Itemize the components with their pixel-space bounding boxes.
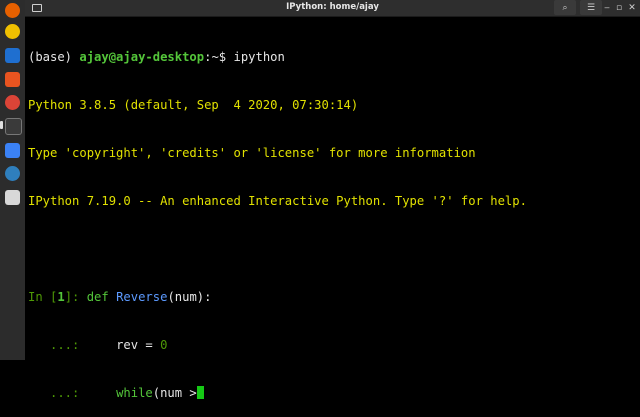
screenshot-app-icon[interactable]	[5, 143, 20, 158]
search-icon: ⌕	[562, 2, 568, 13]
libreoffice-writer-icon[interactable]	[5, 48, 20, 63]
rhythmbox-icon[interactable]	[5, 24, 20, 39]
input-line-1: In [1]: def Reverse(num):	[28, 289, 636, 305]
input-line-2: ...: rev = 0	[28, 337, 636, 353]
terminal-icon[interactable]	[5, 118, 22, 135]
while-condition: (num >	[152, 386, 197, 400]
in-prompt-number: 1	[57, 290, 65, 304]
banner-line-1: Python 3.8.5 (default, Sep 4 2020, 07:30…	[28, 98, 359, 112]
active-app-indicator	[0, 121, 3, 129]
continuation-prompt: ...:	[28, 338, 80, 352]
prompt-path: :~$	[204, 50, 227, 64]
banner-line-2: Type 'copyright', 'credits' or 'license'…	[28, 146, 476, 160]
conda-env: (base)	[28, 50, 80, 64]
continuation-prompt: ...:	[28, 386, 80, 400]
variable-rev: rev	[116, 338, 139, 352]
in-prompt-suffix: ]:	[64, 290, 87, 304]
shell-prompt-line: (base) ajay@ajay-desktop:~$ ipython	[28, 49, 636, 65]
in-prompt-prefix: In [	[28, 290, 58, 304]
assign-op: =	[138, 338, 161, 352]
keyword-while: while	[116, 386, 153, 400]
minimize-icon: ‒	[604, 2, 610, 13]
shell-command: ipython	[226, 50, 285, 64]
keyword-def: def	[86, 290, 109, 304]
maximize-button[interactable]: ▫	[612, 0, 626, 15]
search-button[interactable]: ⌕	[554, 0, 576, 15]
function-args: (num):	[167, 290, 212, 304]
spyder-icon[interactable]	[5, 166, 20, 181]
prompt-user-host: ajay@ajay-desktop	[79, 50, 205, 64]
close-button[interactable]: ✕	[625, 0, 639, 15]
banner-line-3: IPython 7.19.0 -- An enhanced Interactiv…	[28, 194, 527, 208]
function-name: Reverse	[116, 290, 168, 304]
menu-button[interactable]: ☰	[580, 0, 602, 15]
chrome-icon[interactable]	[5, 95, 20, 110]
number-literal: 0	[160, 338, 168, 352]
terminal-output[interactable]: (base) ajay@ajay-desktop:~$ ipython Pyth…	[28, 17, 636, 400]
software-center-icon[interactable]	[5, 72, 20, 87]
text-cursor	[196, 386, 204, 399]
firefox-icon[interactable]	[5, 3, 20, 18]
input-line-3: ...: while(num >	[28, 385, 636, 401]
window-title: IPython: home/ajay	[286, 2, 379, 12]
hamburger-icon: ☰	[586, 2, 596, 13]
maximize-icon: ▫	[615, 2, 623, 13]
files-icon[interactable]	[5, 190, 20, 205]
close-icon: ✕	[628, 2, 636, 13]
dock	[0, 0, 25, 360]
terminal-titlebar: IPython: home/ajay ⌕ ☰ ‒ ▫ ✕	[25, 0, 640, 17]
